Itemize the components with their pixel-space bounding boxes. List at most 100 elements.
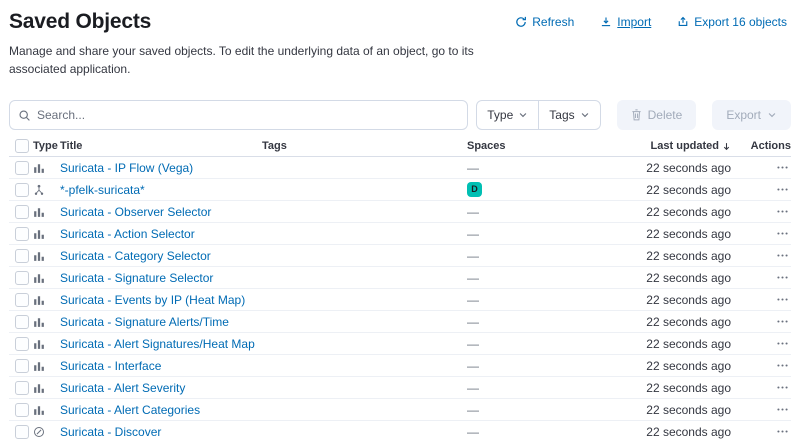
row-checkbox[interactable] [15,249,29,263]
object-title-link[interactable]: Suricata - Signature Selector [60,271,213,285]
tags-filter-button[interactable]: Tags [539,101,599,129]
search-input[interactable] [37,108,459,122]
index-pattern-icon [33,184,45,196]
actions-menu-button[interactable] [774,291,791,308]
row-checkbox[interactable] [15,359,29,373]
table-row: *-pfelk-suricata* D 22 seconds ago [9,179,791,201]
search-box [9,100,468,130]
table-header-row: Type Title Tags Spaces Last updated Acti… [9,136,791,157]
export-selected-button[interactable]: Export [712,100,791,130]
row-checkbox[interactable] [15,271,29,285]
visualize-icon [33,294,45,306]
table-row: Suricata - Alert Categories — 22 seconds… [9,399,791,421]
spaces-dash: — [467,425,479,439]
select-all-checkbox[interactable] [15,139,29,153]
type-filter-button[interactable]: Type [477,101,538,129]
object-title-link[interactable]: Suricata - Alert Signatures/Heat Map [60,337,255,351]
actions-menu-button[interactable] [774,247,791,264]
last-updated-value: 22 seconds ago [631,337,731,351]
object-title-link[interactable]: Suricata - Category Selector [60,249,211,263]
import-icon [600,16,612,28]
row-checkbox[interactable] [15,425,29,439]
row-checkbox[interactable] [15,403,29,417]
delete-button[interactable]: Delete [617,100,697,130]
actions-menu-button[interactable] [774,401,791,418]
spaces-dash: — [467,161,479,175]
object-title-link[interactable]: Suricata - Action Selector [60,227,195,241]
spaces-dash: — [467,227,479,241]
table-row: Suricata - Interface — 22 seconds ago [9,355,791,377]
last-updated-value: 22 seconds ago [631,205,731,219]
actions-menu-button[interactable] [774,379,791,396]
row-checkbox[interactable] [15,227,29,241]
spaces-dash: — [467,381,479,395]
last-updated-value: 22 seconds ago [631,249,731,263]
spaces-dash: — [467,293,479,307]
row-checkbox[interactable] [15,161,29,175]
ellipsis-icon [776,183,789,196]
actions-menu-button[interactable] [774,225,791,242]
column-header-tags: Tags [262,140,467,152]
visualize-icon [33,382,45,394]
ellipsis-icon [776,381,789,394]
column-header-title[interactable]: Title [60,140,262,152]
object-title-link[interactable]: *-pfelk-suricata* [60,183,145,197]
ellipsis-icon [776,271,789,284]
row-checkbox[interactable] [15,293,29,307]
object-title-link[interactable]: Suricata - Discover [60,425,161,439]
visualize-icon [33,250,45,262]
actions-menu-button[interactable] [774,159,791,176]
object-title-link[interactable]: Suricata - Observer Selector [60,205,211,219]
last-updated-label: Last updated [651,140,719,152]
column-header-last-updated[interactable]: Last updated [631,140,731,152]
row-checkbox[interactable] [15,337,29,351]
export-icon [677,16,689,28]
tags-filter-label: Tags [549,108,574,122]
actions-menu-button[interactable] [774,313,791,330]
last-updated-value: 22 seconds ago [631,381,731,395]
import-label: Import [617,15,651,29]
spaces-dash: — [467,205,479,219]
last-updated-value: 22 seconds ago [631,161,731,175]
row-checkbox[interactable] [15,183,29,197]
export-all-button[interactable]: Export 16 objects [677,15,787,29]
object-title-link[interactable]: Suricata - Alert Severity [60,381,185,395]
row-checkbox[interactable] [15,205,29,219]
column-header-spaces: Spaces [467,140,631,152]
object-title-link[interactable]: Suricata - IP Flow (Vega) [60,161,193,175]
saved-objects-page: Saved Objects Refresh Import Export 16 o… [0,0,800,441]
object-title-link[interactable]: Suricata - Alert Categories [60,403,200,417]
refresh-label: Refresh [532,15,574,29]
table-row: Suricata - Action Selector — 22 seconds … [9,223,791,245]
discover-icon [33,426,45,438]
page-header: Saved Objects Refresh Import Export 16 o… [9,10,791,34]
last-updated-value: 22 seconds ago [631,359,731,373]
table-row: Suricata - Alert Severity — 22 seconds a… [9,377,791,399]
ellipsis-icon [776,293,789,306]
sort-down-icon [722,142,731,151]
row-checkbox[interactable] [15,381,29,395]
actions-menu-button[interactable] [774,181,791,198]
actions-menu-button[interactable] [774,203,791,220]
last-updated-value: 22 seconds ago [631,227,731,241]
last-updated-value: 22 seconds ago [631,403,731,417]
export-selected-label: Export [726,108,761,122]
object-title-link[interactable]: Suricata - Signature Alerts/Time [60,315,229,329]
spaces-dash: — [467,403,479,417]
import-button[interactable]: Import [600,15,651,29]
object-title-link[interactable]: Suricata - Interface [60,359,161,373]
page-description: Manage and share your saved objects. To … [9,42,514,78]
spaces-dash: — [467,337,479,351]
actions-menu-button[interactable] [774,423,791,440]
visualize-icon [33,272,45,284]
actions-menu-button[interactable] [774,357,791,374]
refresh-button[interactable]: Refresh [515,15,574,29]
column-header-type: Type [30,140,60,152]
page-title: Saved Objects [9,10,151,34]
actions-menu-button[interactable] [774,335,791,352]
table-row: Suricata - Category Selector — 22 second… [9,245,791,267]
object-title-link[interactable]: Suricata - Events by IP (Heat Map) [60,293,245,307]
spaces-dash: — [467,271,479,285]
row-checkbox[interactable] [15,315,29,329]
actions-menu-button[interactable] [774,269,791,286]
